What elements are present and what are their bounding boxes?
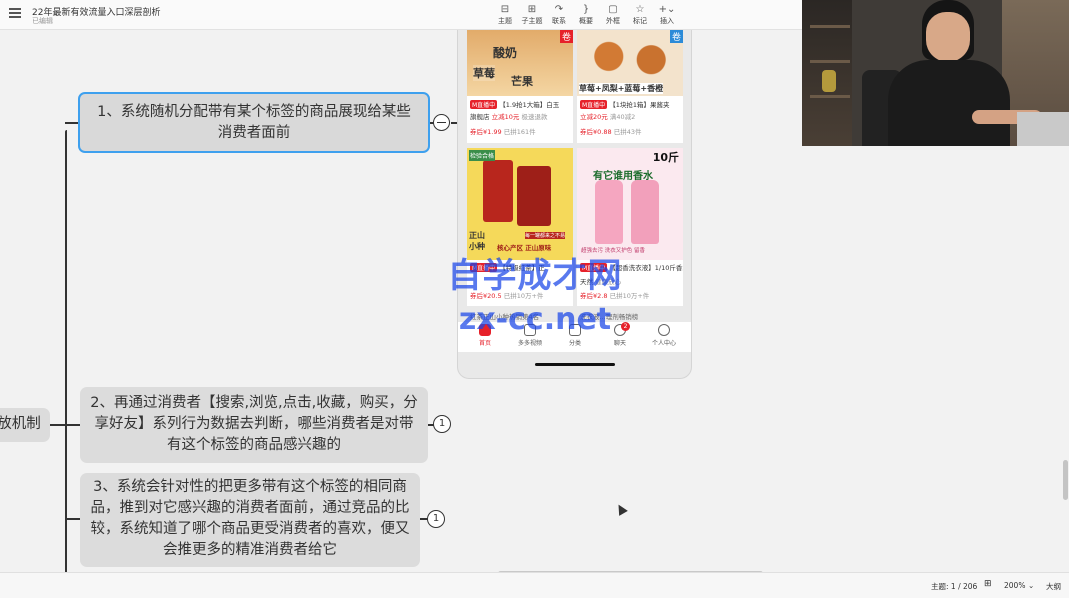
zoom-dropdown-icon[interactable]: ⌄ (1028, 581, 1034, 590)
tab-profile: 个人中心 (641, 324, 687, 347)
product-image: 酸奶 草莓 芒果 卷 (467, 30, 573, 96)
outline-view-button[interactable]: 大纲 (1046, 581, 1061, 592)
connector-line (50, 424, 66, 426)
presenter-video-overlay (802, 0, 1069, 146)
branch-spine (65, 130, 67, 572)
toolbar-summary-button[interactable]: } 概要 (572, 3, 600, 26)
theme-icon: ⊟ (500, 4, 510, 15)
collapse-node-icon[interactable] (433, 114, 450, 131)
mindmap-node-3[interactable]: 3、系统会针对性的把更多带有这个标签的相同商品，推到对它感兴趣的消费者面前，通过… (80, 473, 420, 567)
home-indicator (535, 363, 615, 366)
status-bar: 主题: 1 / 206 ⊞ 200% ⌄ 大纲 (0, 572, 1069, 598)
insert-icon: +⌄ (658, 4, 676, 15)
hamburger-menu-icon[interactable] (9, 8, 21, 18)
boundary-icon: ▢ (608, 4, 618, 15)
toolbar-insert-button[interactable]: +⌄ 插入 (653, 3, 681, 26)
toolbar-relation-button[interactable]: ↷ 联系 (545, 3, 573, 26)
map-view-icon[interactable]: ⊞ (984, 579, 992, 589)
marker-icon: ☆ (635, 4, 645, 15)
relation-icon: ↷ (554, 4, 564, 15)
toolbar-topic-button[interactable]: ⊟ 主题 (491, 3, 519, 26)
topic-count: 主题: 1 / 206 (931, 582, 978, 591)
summary-icon: } (582, 4, 590, 15)
collapsed-children-badge[interactable]: 1 (433, 415, 451, 433)
product-image: 10斤 有它谁用香水 超强去污 洗衣又护色 留香 (577, 148, 683, 260)
product-image: 草莓+凤梨+蓝莓+香橙 卷 (577, 30, 683, 96)
connector-line (65, 122, 79, 124)
product-card: 酸奶 草莓 芒果 卷 M直播中 【1.9抢1大箱】白玉 旗舰店 立减10元 极速… (467, 30, 573, 143)
connector-line (65, 518, 81, 520)
product-image: 检验合格 正山 小种 核心产区 正山原味 每一罐都来之不易 (467, 148, 573, 260)
document-save-status: 已编辑 (32, 17, 53, 25)
product-card: 草莓+凤梨+蓝莓+香橙 卷 M直播中 【1块抢1箱】果酱夹 立减20元 满40减… (577, 30, 683, 143)
mouse-cursor-icon (614, 502, 628, 516)
zoom-level[interactable]: 200% (1004, 581, 1025, 590)
mindmap-node-2[interactable]: 2、再通过消费者【搜索,浏览,点击,收藏，购买，分享好友】系列行为数据去判断，哪… (80, 387, 428, 463)
watermark: 自学成才网 zx-cc.net (447, 256, 623, 337)
toolbar-boundary-button[interactable]: ▢ 外框 (599, 3, 627, 26)
connector-line (65, 424, 81, 426)
profile-icon (658, 324, 670, 336)
subtopic-icon: ⊞ (527, 4, 537, 15)
mindmap-root-node[interactable]: 放机制 (0, 408, 50, 442)
mindmap-node-1[interactable]: 1、系统随机分配带有某个标签的商品展现给某些消费者面前 (78, 92, 430, 153)
scrollbar-thumb[interactable] (1063, 460, 1068, 500)
collapsed-children-badge[interactable]: 1 (427, 510, 445, 528)
toolbar-subtopic-button[interactable]: ⊞ 子主题 (518, 3, 546, 26)
toolbar-marker-button[interactable]: ☆ 标记 (626, 3, 654, 26)
